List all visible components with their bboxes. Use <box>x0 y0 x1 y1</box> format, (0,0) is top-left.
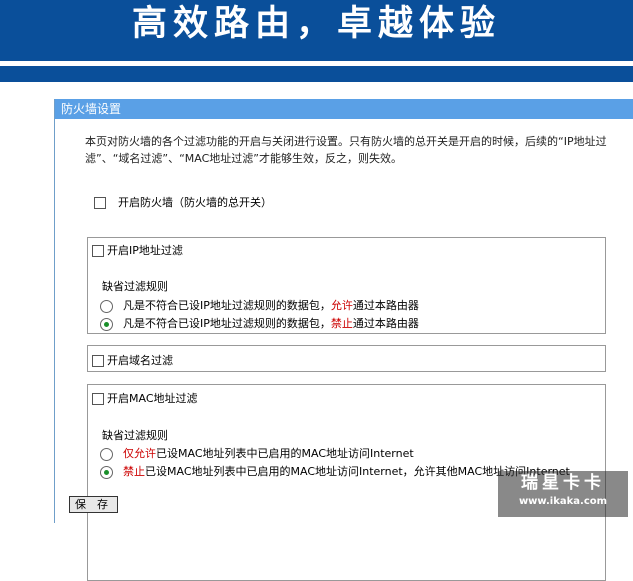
mac-rule-allow-text: 已设MAC地址列表中已启用的MAC地址访问Internet <box>156 447 414 460</box>
master-switch-checkbox[interactable] <box>94 197 106 209</box>
master-switch-label: 开启防火墙（防火墙的总开关） <box>118 196 272 209</box>
watermark-text: 瑞星卡卡 <box>521 473 605 493</box>
mac-rule-deny-radio[interactable] <box>100 465 113 479</box>
ip-rule-deny-text: 凡是不符合已设IP地址过滤规则的数据包， <box>123 317 331 330</box>
ip-rule-deny-keyword: 禁止 <box>330 317 353 330</box>
master-switch-row: 开启防火墙（防火墙的总开关） <box>94 194 272 210</box>
panel-description: 本页对防火墙的各个过滤功能的开启与关闭进行设置。只有防火墙的总开关是开启的时候，… <box>85 135 607 165</box>
watermark-logo: 瑞星卡卡 www.ikaka.com <box>498 471 628 517</box>
banner-stripe <box>0 66 633 82</box>
firewall-panel: 防火墙设置 本页对防火墙的各个过滤功能的开启与关闭进行设置。只有防火墙的总开关是… <box>54 99 633 581</box>
mac-filter-label: 开启MAC地址过滤 <box>107 392 198 405</box>
ip-rule-allow-radio[interactable] <box>100 299 113 313</box>
domain-filter-checkbox[interactable] <box>92 355 104 367</box>
ip-filter-label: 开启IP地址过滤 <box>107 244 183 257</box>
ip-default-rule-label: 缺省过滤规则 <box>102 280 168 293</box>
panel-title: 防火墙设置 <box>55 99 633 119</box>
mac-rule-allow-row[interactable]: 仅允许已设MAC地址列表中已启用的MAC地址访问Internet <box>100 445 414 461</box>
ip-rule-allow-keyword: 允许 <box>330 299 353 312</box>
mac-filter-toggle-row: 开启MAC地址过滤 <box>92 390 198 406</box>
ip-rule-allow-text: 凡是不符合已设IP地址过滤规则的数据包， <box>123 299 331 312</box>
domain-filter-toggle-row: 开启域名过滤 <box>92 352 173 368</box>
ip-filter-group: 开启IP地址过滤 缺省过滤规则 凡是不符合已设IP地址过滤规则的数据包，允许通过… <box>87 237 606 334</box>
ip-rule-deny-suffix: 通过本路由器 <box>352 317 419 330</box>
domain-filter-group: 开启域名过滤 <box>87 345 606 372</box>
save-button[interactable]: 保 存 <box>69 496 118 513</box>
ip-rule-deny-row[interactable]: 凡是不符合已设IP地址过滤规则的数据包，禁止通过本路由器 <box>100 315 419 331</box>
ip-rule-allow-row[interactable]: 凡是不符合已设IP地址过滤规则的数据包，允许通过本路由器 <box>100 297 419 313</box>
mac-rule-deny-keyword: 禁止 <box>123 465 145 478</box>
mac-filter-checkbox[interactable] <box>92 393 104 405</box>
ip-filter-toggle-row: 开启IP地址过滤 <box>92 242 183 258</box>
ip-rule-deny-radio[interactable] <box>100 317 113 331</box>
banner-title: 高效路由，卓越体验 <box>131 4 501 44</box>
domain-filter-label: 开启域名过滤 <box>107 354 173 367</box>
header-banner: 高效路由，卓越体验 <box>0 0 633 61</box>
watermark-url: www.ikaka.com <box>518 496 608 507</box>
ip-filter-checkbox[interactable] <box>92 245 104 257</box>
mac-default-rule-label: 缺省过滤规则 <box>102 429 168 442</box>
mac-rule-allow-radio[interactable] <box>100 447 113 461</box>
mac-rule-allow-keyword: 仅允许 <box>123 447 156 460</box>
ip-rule-allow-suffix: 通过本路由器 <box>352 299 419 312</box>
